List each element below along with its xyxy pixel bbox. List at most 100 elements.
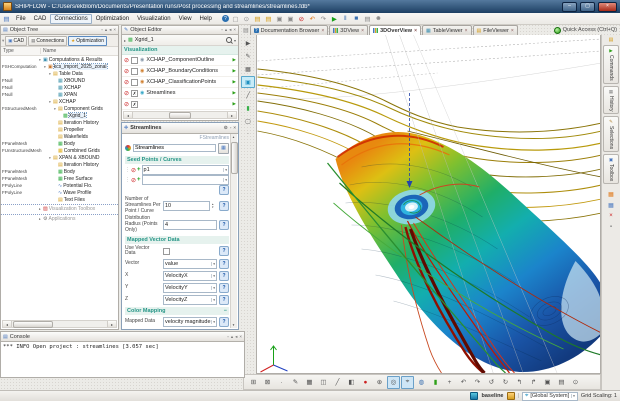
remove-seed-icon[interactable]: ⊘ — [131, 177, 136, 184]
minimize-button[interactable]: – — [562, 2, 577, 12]
close-panel-icon[interactable]: × — [113, 27, 116, 33]
tree-row[interactable]: FNull▦XBOUND — [1, 77, 118, 84]
document-tab[interactable]: 3DOverView× — [369, 25, 421, 35]
close-panel-icon[interactable]: × — [239, 334, 242, 340]
mesh-icon[interactable]: ▦ — [303, 376, 316, 389]
help-icon[interactable]: ? — [222, 15, 229, 22]
tree-row[interactable]: ▾▤XPAN & XBOUND — [1, 154, 118, 161]
float-icon[interactable]: ▫ — [221, 27, 223, 33]
streamlines-name-input[interactable] — [133, 144, 216, 152]
vector-section-header[interactable]: Mapped Vector Data — [125, 236, 229, 244]
collapsed-panel-tab[interactable]: ▦History — [603, 86, 619, 115]
visualization-row[interactable]: ⊘✗◉Streamlines▶ — [122, 88, 238, 99]
help-button[interactable]: ? — [219, 259, 229, 269]
dock-window-icon[interactable]: ▪ — [606, 222, 616, 232]
document-tab[interactable]: ▦TableViewer× — [422, 25, 472, 35]
goto-object-icon[interactable]: ▶ — [233, 57, 236, 63]
use-vector-data-checkbox[interactable] — [163, 248, 170, 255]
visibility-checkbox[interactable] — [131, 57, 138, 64]
tree-row[interactable]: ▤Wakefields — [1, 133, 118, 140]
remove-seed-icon[interactable]: ⊘ — [131, 167, 136, 174]
zoom-window-icon[interactable]: ⊞ — [247, 376, 260, 389]
close-view-icon[interactable]: × — [606, 211, 616, 221]
seed-point-row[interactable]: ⋮⊘+p1▾ — [125, 165, 229, 175]
pin-icon[interactable]: ▴ — [225, 27, 227, 33]
tree-tab[interactable]: ▦Connections — [28, 36, 67, 46]
tree-row[interactable]: ▤Iteration History — [1, 161, 118, 168]
tree-row[interactable]: ▾▤Table Data — [1, 70, 118, 77]
collapsed-panel-tab[interactable]: ✎Selections — [603, 116, 619, 152]
vector-combo[interactable]: VelocityZ▾ — [163, 295, 217, 305]
close-tab-icon[interactable]: × — [321, 28, 324, 34]
close-panel-icon[interactable]: × — [233, 125, 236, 131]
close-panel-icon[interactable]: × — [233, 27, 236, 33]
visualization-row[interactable]: ⊘◉XCHAP_ComponentOutline▶ — [122, 55, 238, 66]
add-seed-icon[interactable]: + — [137, 167, 141, 173]
filter-icon[interactable]: ▾ — [2, 38, 4, 44]
measure-line-icon[interactable]: ╱ — [331, 376, 344, 389]
sketch-icon[interactable]: ✎ — [241, 50, 255, 62]
panel-list-icon[interactable]: ▤ — [609, 37, 614, 43]
pin-icon[interactable]: ▴ — [231, 334, 233, 340]
visualization-row[interactable]: ⊘◉XCHAP_BoundaryConditions▶ — [122, 66, 238, 77]
object-tree-header[interactable]: ▤ Object Tree ▫▴◂× — [0, 25, 119, 35]
views-icon[interactable]: ▦ — [606, 200, 616, 210]
active-view-icon[interactable]: ▣ — [241, 76, 255, 88]
object-editor-header[interactable]: ✎ Object Editor ▫▴◂× — [121, 25, 239, 35]
zoom-out-icon[interactable]: ⊠ — [261, 376, 274, 389]
add-seed-icon[interactable]: + — [137, 177, 141, 183]
abort-icon[interactable]: ⊘ — [297, 14, 306, 23]
view-back-icon[interactable]: ↰ — [513, 376, 526, 389]
scroll-up-icon[interactable]: ▴ — [231, 135, 236, 139]
tree-row[interactable]: ▸▨Visualization Toolbox — [1, 204, 118, 213]
lock-icon[interactable]: ▮ — [429, 376, 442, 389]
disable-icon[interactable]: ⊘ — [124, 101, 129, 108]
maximize-button[interactable]: ▢ — [580, 2, 595, 12]
rotate-left-icon[interactable]: ↶ — [457, 376, 470, 389]
vector-combo[interactable]: value▾ — [163, 259, 217, 269]
collapse-icon[interactable]: ◂ — [229, 27, 231, 33]
visibility-checkbox[interactable] — [131, 68, 138, 75]
tree-tab[interactable]: ★Optimization — [68, 36, 107, 46]
breadcrumb-menu-icon[interactable]: ▾ — [234, 38, 236, 43]
menu-item[interactable]: Connections — [50, 14, 91, 24]
seed-point-combo[interactable]: ▾ — [142, 175, 229, 185]
help-button[interactable]: ? — [219, 201, 229, 211]
console-header[interactable]: ▤ Console ▫▴◂× — [1, 332, 244, 342]
menu-item[interactable]: Optimization — [92, 14, 133, 24]
distribution-radius-input[interactable]: 4 — [163, 220, 217, 230]
help-button[interactable]: ? — [219, 283, 229, 293]
streamlines-panel-header[interactable]: ✛ Streamlines ⚙▫× — [122, 123, 238, 134]
point-icon[interactable]: · — [275, 376, 288, 389]
tree-row[interactable]: FStructuredMesh▾▤Component Grids — [1, 105, 118, 112]
tree-row[interactable]: ▤Iteration History — [1, 119, 118, 126]
disable-icon[interactable]: ⊘ — [124, 90, 129, 97]
axes-icon[interactable]: ⌖ — [401, 376, 414, 389]
spinner-buttons[interactable]: ▴▾ — [212, 203, 217, 209]
menu-item[interactable]: CAD — [30, 14, 51, 24]
search-icon[interactable] — [226, 37, 232, 43]
rotate-ccw-icon[interactable]: ↺ — [485, 376, 498, 389]
tree-row[interactable]: FNull▦XPAN — [1, 91, 118, 98]
collapsed-panel-tab[interactable]: ▶Commands — [603, 45, 619, 84]
drag-handle-icon[interactable]: ⋮ — [125, 167, 130, 173]
tree-horizontal-scrollbar[interactable]: ◂▸ — [2, 320, 117, 328]
seed-help-button[interactable]: ? — [219, 185, 229, 195]
new-window-icon[interactable]: ▢ — [231, 14, 240, 23]
tree-row[interactable]: FPanelMesh▦Free Surface — [1, 175, 118, 182]
tree-row[interactable]: FPolyLine∿Wave Profile — [1, 189, 118, 196]
color-mapping-section-header[interactable]: Color Mapping− — [125, 307, 229, 315]
scrollbar-thumb[interactable] — [169, 112, 191, 119]
document-tab[interactable]: 3DView× — [329, 25, 368, 35]
visualization-row[interactable]: ⊘◉XCHAP_ClassificationPoints▶ — [122, 77, 238, 88]
grid-toggle-icon[interactable]: ▤ — [555, 376, 568, 389]
report-icon[interactable]: ▤ — [363, 14, 372, 23]
scroll-left-icon[interactable]: ◂ — [124, 112, 133, 118]
viewport-3d-render[interactable] — [257, 35, 601, 374]
run-icon[interactable]: ▶ — [330, 14, 339, 23]
stop-icon[interactable]: ■ — [352, 14, 361, 23]
menu-item[interactable]: Visualization — [133, 14, 175, 24]
scroll-down-icon[interactable]: ▾ — [231, 323, 236, 327]
visibility-checkbox[interactable]: ✗ — [131, 101, 138, 108]
tree-row[interactable]: ▸⚙Applications — [1, 214, 118, 223]
